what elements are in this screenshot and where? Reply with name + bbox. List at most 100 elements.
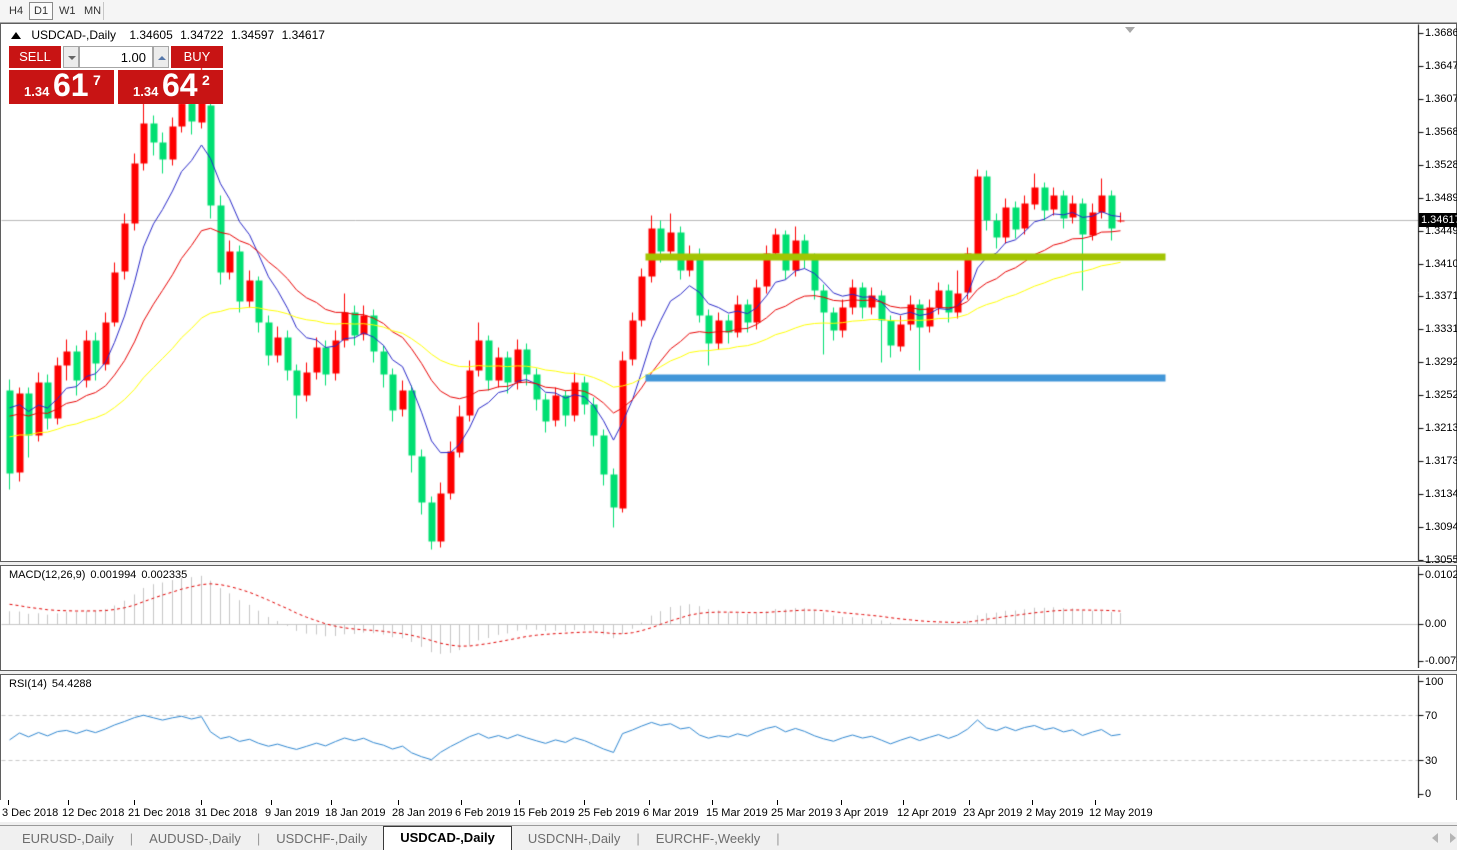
macd-panel: MACD(12,26,9)0.0019940.002335 0.010229 0… bbox=[0, 565, 1457, 671]
price-axis-label: 1.32920 bbox=[1425, 356, 1457, 368]
date-tick bbox=[649, 800, 650, 805]
buy-price-pip: 2 bbox=[202, 72, 210, 88]
date-axis-label: 15 Feb 2019 bbox=[513, 807, 575, 819]
tab-scroll-right-icon[interactable] bbox=[1450, 833, 1456, 843]
date-axis-label: 18 Jan 2019 bbox=[325, 807, 386, 819]
mt4-window: H4 D1 W1 MN USDCAD-,Daily 1.34605 1.3472… bbox=[0, 0, 1457, 850]
date-tick bbox=[1032, 800, 1033, 805]
ohlc-high: 1.34722 bbox=[180, 28, 223, 42]
price-chart-panel: USDCAD-,Daily 1.34605 1.34722 1.34597 1.… bbox=[0, 23, 1457, 562]
chart-title: USDCAD-,Daily 1.34605 1.34722 1.34597 1.… bbox=[11, 28, 329, 42]
buy-price-big: 64 bbox=[162, 67, 198, 104]
date-axis-label: 31 Dec 2018 bbox=[195, 807, 257, 819]
price-axis-label: 1.32130 bbox=[1425, 422, 1457, 434]
date-axis-label: 12 Apr 2019 bbox=[897, 807, 956, 819]
chart-shift-icon bbox=[1125, 27, 1135, 33]
date-axis-label: 12 Dec 2018 bbox=[62, 807, 124, 819]
date-axis-label: 3 Apr 2019 bbox=[835, 807, 888, 819]
date-axis-label: 9 Jan 2019 bbox=[265, 807, 319, 819]
arrow-up-icon bbox=[158, 56, 166, 60]
tab-strip: EURUSD-,Daily|AUDUSD-,Daily|USDCHF-,Dail… bbox=[6, 827, 780, 850]
rsi-canvas[interactable] bbox=[1, 675, 1456, 798]
chart-symbol: USDCAD-,Daily bbox=[31, 28, 116, 42]
date-axis-label: 3 Dec 2018 bbox=[2, 807, 58, 819]
date-tick bbox=[519, 800, 520, 805]
date-tick bbox=[461, 800, 462, 805]
rsi-label: RSI(14)54.4288 bbox=[9, 678, 97, 690]
price-chart-canvas[interactable] bbox=[1, 24, 1456, 561]
tab-scroll-left-icon[interactable] bbox=[1432, 833, 1438, 843]
rsi-axis-0: 0 bbox=[1425, 788, 1431, 800]
date-axis-label: 28 Jan 2019 bbox=[392, 807, 453, 819]
date-axis: 3 Dec 2018 12 Dec 2018 21 Dec 2018 31 Dec 2… bbox=[0, 800, 1457, 822]
date-tick bbox=[584, 800, 585, 805]
ohlc-low: 1.34597 bbox=[231, 28, 274, 42]
date-tick bbox=[1095, 800, 1096, 805]
date-axis-label: 25 Feb 2019 bbox=[578, 807, 640, 819]
timeframe-d1-button[interactable]: D1 bbox=[29, 2, 53, 20]
ohlc-close: 1.34617 bbox=[282, 28, 325, 42]
date-axis-label: 6 Feb 2019 bbox=[455, 807, 511, 819]
date-tick bbox=[331, 800, 332, 805]
price-axis-label: 1.34100 bbox=[1425, 258, 1457, 270]
date-tick bbox=[134, 800, 135, 805]
sell-button[interactable]: SELL bbox=[9, 46, 61, 68]
date-tick bbox=[969, 800, 970, 805]
date-axis-label: 15 Mar 2019 bbox=[706, 807, 768, 819]
date-tick bbox=[271, 800, 272, 805]
chart-tab-bar: EURUSD-,Daily|AUDUSD-,Daily|USDCHF-,Dail… bbox=[0, 825, 1457, 850]
tab-eurusd-daily[interactable]: EURUSD-,Daily bbox=[6, 828, 130, 850]
price-axis-label: 1.36860 bbox=[1425, 27, 1457, 39]
date-tick bbox=[201, 800, 202, 805]
timeframe-h4-button[interactable]: H4 bbox=[4, 2, 28, 20]
rsi-axis-100: 100 bbox=[1425, 676, 1443, 688]
price-axis-label: 1.33710 bbox=[1425, 290, 1457, 302]
date-tick bbox=[8, 800, 9, 805]
volume-input[interactable] bbox=[79, 46, 153, 68]
price-axis-label: 1.34890 bbox=[1425, 192, 1457, 204]
macd-axis-min: -0.00747 bbox=[1425, 655, 1457, 667]
volume-decrease-button[interactable] bbox=[63, 46, 79, 68]
macd-canvas[interactable] bbox=[1, 566, 1456, 668]
macd-axis-max: 0.010229 bbox=[1425, 569, 1457, 581]
date-axis-label: 21 Dec 2018 bbox=[128, 807, 190, 819]
macd-label: MACD(12,26,9)0.0019940.002335 bbox=[9, 569, 192, 581]
tab-usdchf-daily[interactable]: USDCHF-,Daily bbox=[260, 828, 383, 850]
tab-separator: | bbox=[776, 831, 779, 846]
price-axis-label: 1.30940 bbox=[1425, 521, 1457, 533]
date-tick bbox=[903, 800, 904, 805]
price-axis-label: 1.35280 bbox=[1425, 159, 1457, 171]
buy-button[interactable]: BUY bbox=[171, 46, 223, 68]
tab-usdcnh-daily[interactable]: USDCNH-,Daily bbox=[512, 828, 636, 850]
date-tick bbox=[777, 800, 778, 805]
tab-usdcad-daily[interactable]: USDCAD-,Daily bbox=[383, 826, 512, 850]
price-axis-label: 1.33310 bbox=[1425, 323, 1457, 335]
date-axis-label: 2 May 2019 bbox=[1026, 807, 1083, 819]
toolbar-separator bbox=[103, 2, 104, 20]
date-axis-label: 12 May 2019 bbox=[1089, 807, 1153, 819]
one-click-trading-widget: SELL BUY 1.34 61 7 1.34 64 2 bbox=[9, 46, 223, 104]
arrow-down-icon bbox=[68, 56, 76, 60]
price-axis-label: 1.36470 bbox=[1425, 60, 1457, 72]
rsi-axis-70: 70 bbox=[1425, 710, 1437, 722]
date-tick bbox=[398, 800, 399, 805]
tab-eurchf-weekly[interactable]: EURCHF-,Weekly bbox=[640, 828, 777, 850]
date-axis-label: 6 Mar 2019 bbox=[643, 807, 699, 819]
price-axis-label: 1.35680 bbox=[1425, 126, 1457, 138]
price-axis-label: 1.31340 bbox=[1425, 488, 1457, 500]
volume-increase-button[interactable] bbox=[153, 46, 169, 68]
sell-price-base: 1.34 bbox=[24, 84, 49, 99]
tab-audusd-daily[interactable]: AUDUSD-,Daily bbox=[133, 828, 257, 850]
rsi-panel: RSI(14)54.4288 100 70 30 0 bbox=[0, 674, 1457, 801]
buy-price-display[interactable]: 1.34 64 2 bbox=[118, 70, 223, 104]
price-axis-label: 1.34490 bbox=[1425, 225, 1457, 237]
sell-price-display[interactable]: 1.34 61 7 bbox=[9, 70, 114, 104]
ohlc-open: 1.34605 bbox=[129, 28, 172, 42]
rsi-axis-30: 30 bbox=[1425, 755, 1437, 767]
sell-price-pip: 7 bbox=[93, 72, 101, 88]
date-tick bbox=[712, 800, 713, 805]
timeframe-w1-button[interactable]: W1 bbox=[54, 2, 81, 20]
buy-price-base: 1.34 bbox=[133, 84, 158, 99]
timeframe-toolbar: H4 D1 W1 MN bbox=[0, 0, 1457, 23]
date-tick bbox=[841, 800, 842, 805]
